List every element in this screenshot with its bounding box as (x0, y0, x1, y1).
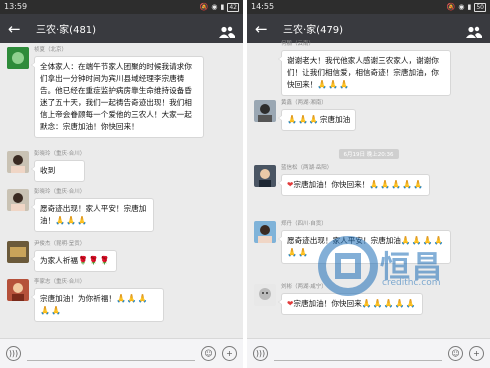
message-bubble[interactable]: 全体家人：在端午节家人团聚的时候我请求你们拿出一分钟时间为宾川县域经理李宗唐祷告… (31, 56, 204, 138)
message-input[interactable] (27, 347, 195, 361)
sender-name: 彭晓玲（重庆·合川） (34, 151, 86, 157)
message-item: 蓝信松（两湖·岳阳） ❤宗唐加油！你快回来！🙏🙏🙏🙏🙏 (254, 165, 482, 196)
mute-icon: 🔕 (446, 3, 456, 11)
avatar[interactable] (7, 47, 29, 69)
message-text: 谢谢老大！我代他家人感谢三农家人，谢谢你们！让我们相信爱，相信奇迹！宗唐加油，你… (287, 56, 439, 89)
message-list: 祯夏（北京） 全体家人：在端午节家人团聚的时候我请求你们拿出一分钟时间为宾川县域… (0, 43, 243, 338)
avatar[interactable] (7, 189, 29, 211)
sender-name: 郑丹（四川·自贡） (281, 221, 327, 227)
chat-header: ← 三农·家(479) (247, 14, 490, 43)
sender-name: 何鹏（云南） (281, 41, 315, 47)
sender-name: 刘彬（两湖·咸宁） (281, 284, 327, 290)
praying-hands-icon: 🙏🙏🙏 (317, 80, 351, 89)
avatar[interactable] (7, 151, 29, 173)
input-bar: ))) ☺ + (247, 338, 490, 368)
back-arrow-icon[interactable]: ← (8, 20, 26, 38)
chat-title: 三农·家(481) (36, 25, 97, 36)
chat-title: 三农·家(479) (283, 25, 344, 36)
message-bubble[interactable]: 谢谢老大！我代他家人感谢三农家人，谢谢你们！让我们相信爱，相信奇迹！宗唐加油，你… (278, 50, 451, 96)
rose-icon: 🌹🌹🌹 (77, 256, 111, 265)
chat-header: ← 三农·家(481) (0, 14, 243, 43)
sender-name: 蓝信松（两湖·岳阳） (281, 165, 333, 171)
mute-icon: 🔕 (199, 3, 209, 11)
wifi-icon: ◉ (458, 3, 465, 11)
timestamp: 6月19日 晚上20:36 (338, 149, 399, 159)
message-item: 刘彬（两湖·咸宁） ❤宗唐加油！你快回来🙏🙏🙏🙏🙏 (254, 284, 482, 315)
message-bubble[interactable]: 为家人祈福🌹🌹🌹 (31, 250, 117, 272)
message-item: 彭晓玲（重庆·合川） 愿奇迹出现！家人平安！宗唐加油！🙏🙏🙏 (7, 189, 235, 232)
message-item: 郑丹（四川·自贡） 愿奇迹出现！家人平安！宗唐加油🙏🙏🙏🙏🙏🙏 (254, 221, 482, 264)
voice-icon[interactable]: ))) (253, 346, 268, 361)
battery-icon: 50 (474, 2, 486, 12)
status-time: 13:59 (4, 2, 28, 11)
message-bubble[interactable]: 收到 (30, 160, 86, 182)
signal-icon: ▮ (467, 3, 472, 11)
avatar[interactable] (254, 100, 276, 122)
message-item: 祯夏（北京） 全体家人：在端午节家人团聚的时候我请求你们拿出一分钟时间为宾川县域… (7, 47, 235, 138)
message-list: 何鹏（云南） 谢谢老大！我代他家人感谢三农家人，谢谢你们！让我们相信爱，相信奇迹… (247, 41, 490, 338)
message-bubble[interactable]: ❤宗唐加油！你快回来！🙏🙏🙏🙏🙏 (277, 174, 431, 196)
message-text: 愿奇迹出现！家人平安！宗唐加油 (287, 236, 401, 245)
chat-screen-left: 13:59 🔕 ◉ ▮ 42 ← 三农·家(481) 祯夏（北京） 全体家人：在… (0, 0, 243, 368)
avatar[interactable] (254, 221, 276, 243)
praying-hands-icon: 🙏🙏🙏 (287, 115, 320, 124)
praying-hands-icon: 🙏🙏🙏 (55, 216, 89, 225)
sender-name: 祯夏（北京） (34, 47, 68, 53)
message-text: 宗唐加油！为你祈福！ (40, 294, 116, 303)
battery-icon: 42 (227, 2, 239, 12)
back-arrow-icon[interactable]: ← (255, 20, 273, 38)
message-bubble[interactable]: 宗唐加油！为你祈福！🙏🙏🙏🙏🙏 (31, 288, 164, 322)
signal-icon: ▮ (220, 3, 225, 11)
sender-name: 李家志（重庆·合川） (34, 279, 86, 285)
voice-icon[interactable]: ))) (6, 346, 21, 361)
avatar[interactable] (254, 165, 276, 187)
message-text: 宗唐加油 (319, 115, 351, 124)
message-bubble[interactable]: ❤宗唐加油！你快回来🙏🙏🙏🙏🙏 (278, 293, 423, 315)
message-input[interactable] (274, 347, 442, 361)
plus-icon[interactable]: + (469, 346, 484, 361)
message-item: 李家志（重庆·合川） 宗唐加油！为你祈福！🙏🙏🙏🙏🙏 (7, 279, 235, 322)
emoji-icon[interactable]: ☺ (448, 346, 463, 361)
message-bubble[interactable]: 🙏🙏🙏宗唐加油 (277, 109, 357, 131)
avatar[interactable] (7, 279, 29, 301)
status-bar: 14:55 🔕 ◉ ▮ 50 (247, 0, 490, 14)
wifi-icon: ◉ (211, 3, 218, 11)
message-item: 何鹏（云南） 谢谢老大！我代他家人感谢三农家人，谢谢你们！让我们相信爱，相信奇迹… (254, 41, 482, 96)
group-members-icon[interactable] (219, 23, 235, 38)
chat-screen-right: 14:55 🔕 ◉ ▮ 50 ← 三农·家(479) 何鹏（云南） 谢谢老大！我… (247, 0, 490, 368)
message-text: 全体家人：在端午节家人团聚的时候我请求你们拿出一分钟时间为宾川县域经理李宗唐祷告… (40, 62, 192, 131)
status-time: 14:55 (251, 2, 275, 11)
praying-hands-icon: 🙏🙏🙏🙏🙏 (369, 180, 425, 189)
message-item: 黄鑫（两湖·湘南） 🙏🙏🙏宗唐加油 (254, 100, 482, 131)
message-text: 宗唐加油！你快回来！ (293, 180, 370, 189)
emoji-icon[interactable]: ☺ (201, 346, 216, 361)
sender-name: 彭晓玲（重庆·合川） (34, 189, 86, 195)
message-text: 为家人祈福 (40, 256, 78, 265)
plus-icon[interactable]: + (222, 346, 237, 361)
message-text: 收到 (40, 166, 56, 175)
message-text: 宗唐加油！你快回来 (293, 299, 362, 308)
status-bar: 13:59 🔕 ◉ ▮ 42 (0, 0, 243, 14)
sender-name: 黄鑫（两湖·湘南） (281, 100, 327, 106)
sender-name: 尹俊杰（昆明·呈贡） (34, 241, 86, 247)
avatar[interactable] (254, 284, 276, 306)
praying-hands-icon: 🙏🙏🙏🙏🙏 (361, 299, 417, 308)
avatar[interactable] (7, 241, 29, 263)
message-bubble[interactable]: 愿奇迹出现！家人平安！宗唐加油！🙏🙏🙏 (31, 198, 154, 232)
message-bubble[interactable]: 愿奇迹出现！家人平安！宗唐加油🙏🙏🙏🙏🙏🙏 (278, 230, 451, 264)
message-item: 彭晓玲（重庆·合川） 收到 (7, 151, 235, 182)
input-bar: ))) ☺ + (0, 338, 243, 368)
group-members-icon[interactable] (466, 23, 482, 38)
message-item: 尹俊杰（昆明·呈贡） 为家人祈福🌹🌹🌹 (7, 241, 235, 272)
